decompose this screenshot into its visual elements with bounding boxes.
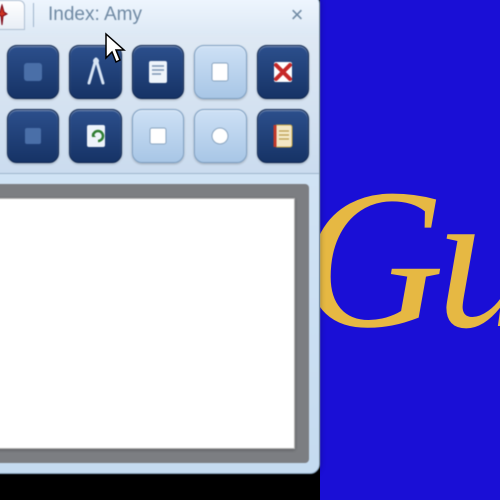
refresh-doc-icon [81, 121, 111, 151]
tool-button-1[interactable] [7, 45, 59, 99]
tool-8-icon [145, 123, 171, 149]
compass-icon [79, 55, 113, 89]
toolbar [0, 35, 319, 174]
separator [33, 3, 34, 27]
window-tab[interactable] [0, 0, 25, 30]
background-script-text: Gui [320, 160, 500, 360]
content-area [0, 184, 309, 463]
tool-button-9[interactable] [194, 109, 246, 163]
document-page[interactable] [0, 198, 295, 449]
pin-icon [0, 4, 11, 26]
toolbar-row-1 [7, 45, 309, 99]
tool-button-6[interactable] [7, 109, 59, 163]
tool-6-icon [18, 121, 48, 151]
document-icon [143, 57, 173, 87]
tool-button-8[interactable] [132, 109, 184, 163]
document-button[interactable] [132, 45, 184, 99]
notes-button[interactable] [257, 109, 309, 163]
delete-icon [268, 57, 298, 87]
titlebar: Index: Amy × [0, 0, 319, 35]
window-title: Index: Amy [42, 4, 277, 26]
compass-button[interactable] [69, 45, 121, 99]
toolbar-row-2 [7, 109, 309, 163]
page-icon [206, 58, 234, 86]
tool-9-icon [207, 123, 233, 149]
app-stage: Gui Index: Amy × [0, 0, 500, 500]
index-window: Index: Amy × [0, 0, 320, 474]
background-panel: Gui [320, 0, 500, 500]
tool-1-icon [18, 57, 48, 87]
page-button[interactable] [194, 45, 246, 99]
close-button[interactable]: × [285, 2, 309, 28]
notes-icon [268, 121, 298, 151]
refresh-doc-button[interactable] [69, 109, 121, 163]
delete-button[interactable] [257, 45, 309, 99]
